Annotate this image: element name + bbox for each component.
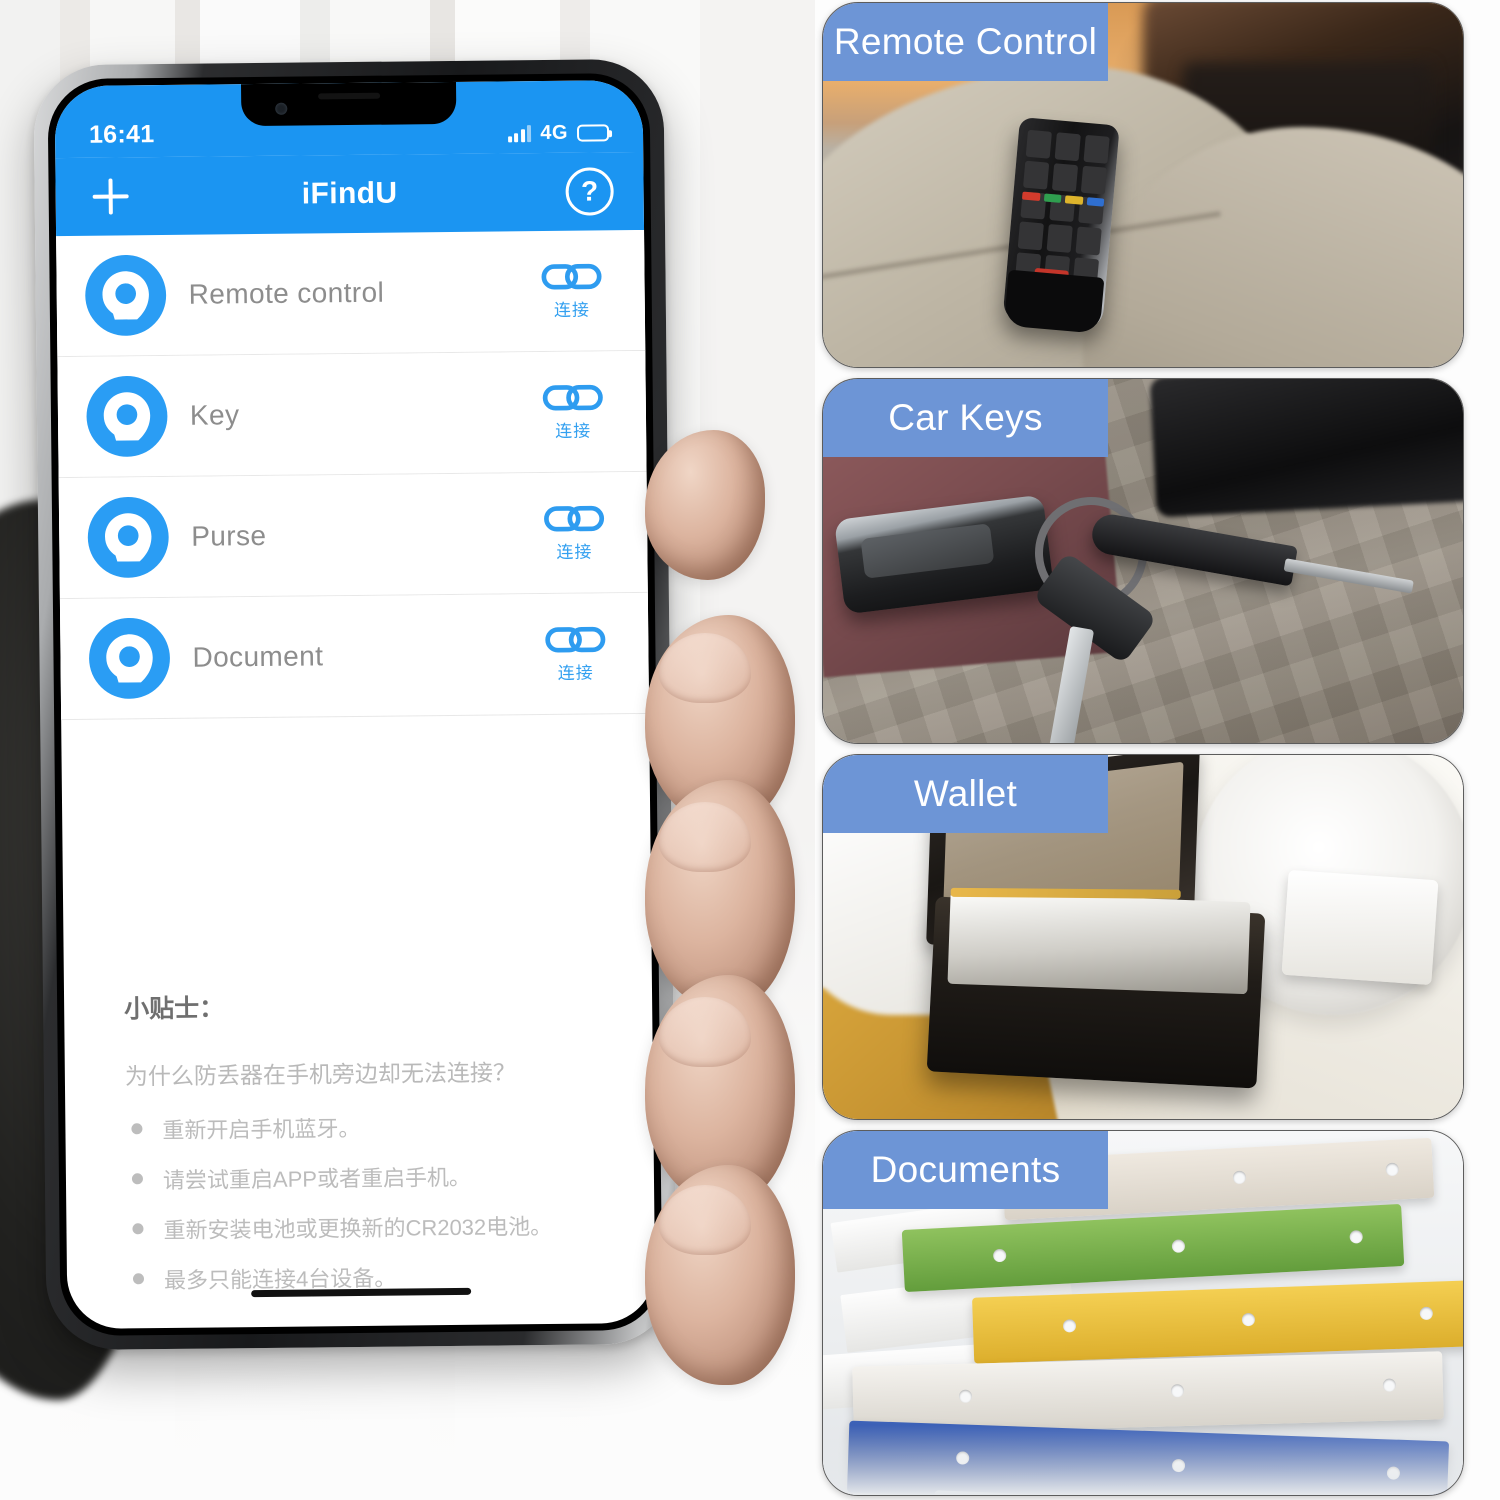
tips-title: 小贴士： bbox=[124, 994, 225, 1024]
device-row-key[interactable]: Key 连接 bbox=[57, 350, 647, 479]
tracker-tag-icon bbox=[85, 254, 167, 336]
remote-buttons bbox=[1014, 129, 1110, 287]
device-name: Document bbox=[192, 640, 324, 673]
app-navigation-bar: iFindU ? bbox=[55, 151, 645, 237]
panel-remote-control: Remote Control bbox=[822, 2, 1464, 368]
tip-text: 请尝试重启APP或者重启手机。 bbox=[162, 1164, 472, 1194]
bullet-icon bbox=[131, 1123, 143, 1135]
connect-label: 连接 bbox=[555, 421, 592, 441]
connect-action[interactable]: 连接 bbox=[534, 382, 613, 442]
chain-link-icon bbox=[544, 505, 605, 532]
little-finger bbox=[645, 1165, 795, 1385]
device-name: Key bbox=[189, 399, 240, 431]
panel-badge-remote-control: Remote Control bbox=[823, 3, 1108, 81]
connect-label: 连接 bbox=[553, 300, 590, 320]
status-clock: 16:41 bbox=[88, 120, 155, 149]
tip-text: 重新安装电池或更换新的CR2032电池。 bbox=[163, 1213, 553, 1244]
chain-link-icon bbox=[545, 626, 606, 653]
help-button[interactable]: ? bbox=[565, 167, 614, 216]
tips-question: 为什么防丢器在手机旁边却无法连接？ bbox=[124, 1059, 516, 1090]
panel-wallet: Wallet bbox=[822, 754, 1464, 1120]
device-row-purse[interactable]: Purse 连接 bbox=[58, 471, 648, 600]
device-name: Remote control bbox=[188, 276, 385, 310]
tip-text: 重新开启手机蓝牙。 bbox=[162, 1115, 361, 1144]
panel-badge-documents: Documents bbox=[823, 1131, 1108, 1209]
fingers-group bbox=[645, 430, 845, 1430]
tip-list-item: 重新开启手机蓝牙。 bbox=[125, 1108, 653, 1146]
battery-icon bbox=[576, 124, 610, 142]
panel-documents: Documents bbox=[822, 1130, 1464, 1496]
device-row-document[interactable]: Document 连接 bbox=[59, 592, 650, 721]
tv-remote bbox=[1002, 117, 1120, 334]
tracker-tag-icon bbox=[86, 375, 168, 457]
signal-bars-icon bbox=[507, 125, 532, 143]
remote-base bbox=[1003, 269, 1105, 334]
connect-action[interactable]: 连接 bbox=[535, 503, 614, 563]
phone-bezel: 16:41 4G iFindU ? Remote control 连接 Key … bbox=[47, 72, 663, 1337]
bullet-icon bbox=[132, 1223, 144, 1235]
notch bbox=[240, 81, 457, 127]
panel-car-keys: Car Keys bbox=[822, 378, 1464, 744]
banknotes bbox=[947, 891, 1251, 995]
network-type-label: 4G bbox=[540, 121, 569, 145]
blurred-wallet bbox=[1149, 379, 1463, 518]
connect-action[interactable]: 连接 bbox=[532, 261, 611, 321]
tip-list-item: 重新安装电池或更换新的CR2032电池。 bbox=[126, 1208, 654, 1246]
smartphone-device: 16:41 4G iFindU ? Remote control 连接 Key … bbox=[33, 58, 677, 1351]
phone-screen: 16:41 4G iFindU ? Remote control 连接 Key … bbox=[54, 79, 656, 1330]
tracker-tag-icon bbox=[87, 496, 169, 578]
earpiece-speaker bbox=[317, 92, 380, 100]
add-device-button[interactable] bbox=[85, 171, 136, 222]
panel-badge-car-keys: Car Keys bbox=[823, 379, 1108, 457]
use-case-panels: Remote Control Car Keys Wallet Documents bbox=[818, 0, 1500, 1500]
bullet-icon bbox=[132, 1273, 145, 1285]
phone-in-hand-scene: 16:41 4G iFindU ? Remote control 连接 Key … bbox=[0, 0, 820, 1500]
tip-list-item: 请尝试重启APP或者重启手机。 bbox=[126, 1158, 654, 1196]
binder-white bbox=[852, 1351, 1444, 1435]
status-indicators: 4G bbox=[507, 121, 610, 145]
connect-label: 连接 bbox=[556, 542, 593, 562]
device-list: Remote control 连接 Key 连接 Purse 连接 Docume… bbox=[56, 229, 650, 721]
connect-label: 连接 bbox=[557, 662, 594, 683]
thumb bbox=[645, 430, 765, 580]
tips-section: 小贴士： 为什么防丢器在手机旁边却无法连接？ 重新开启手机蓝牙。 请尝试重启AP… bbox=[64, 984, 655, 1314]
bullet-icon bbox=[131, 1173, 144, 1185]
device-name: Purse bbox=[191, 519, 267, 552]
chain-link-icon bbox=[542, 384, 603, 411]
photo-bottom-fade bbox=[823, 1425, 1463, 1495]
white-card bbox=[1281, 869, 1439, 986]
chain-link-icon bbox=[541, 263, 602, 290]
app-title: iFindU bbox=[301, 176, 398, 211]
front-camera-icon bbox=[275, 102, 288, 115]
tracker-tag-icon bbox=[89, 617, 170, 699]
device-row-remote-control[interactable]: Remote control 连接 bbox=[56, 229, 646, 358]
panel-badge-wallet: Wallet bbox=[823, 755, 1108, 833]
connect-action[interactable]: 连接 bbox=[536, 624, 615, 684]
